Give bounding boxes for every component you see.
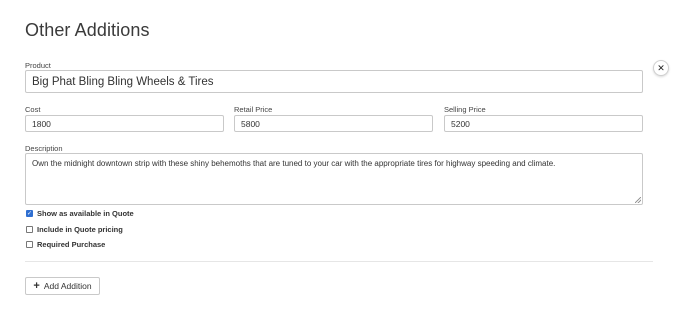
required-purchase-checkbox[interactable] <box>26 241 33 248</box>
show-in-quote-label: Show as available in Quote <box>37 209 134 218</box>
product-label: Product <box>25 61 51 70</box>
description-textarea[interactable]: Own the midnight downtown strip with the… <box>25 153 643 205</box>
cost-label: Cost <box>25 105 41 114</box>
option-show-in-quote[interactable]: ✓ Show as available in Quote <box>26 209 134 218</box>
option-include-in-pricing[interactable]: Include in Quote pricing <box>26 225 123 234</box>
selling-price-field[interactable]: 5200 <box>444 115 643 132</box>
close-icon: ✕ <box>657 62 665 73</box>
section-title: Other Additions <box>25 20 150 40</box>
selling-price-label: Selling Price <box>444 105 486 114</box>
add-addition-label: Add Addition <box>43 281 92 291</box>
show-in-quote-checkbox[interactable]: ✓ <box>26 210 33 217</box>
section-divider <box>25 261 653 262</box>
description-label: Description <box>25 144 63 153</box>
include-in-pricing-checkbox[interactable] <box>26 226 33 233</box>
resize-handle[interactable] <box>635 197 641 203</box>
add-addition-button[interactable]: + Add Addition <box>25 277 100 295</box>
plus-icon: + <box>33 279 40 292</box>
remove-addition-button[interactable]: ✕ <box>653 60 669 76</box>
include-in-pricing-label: Include in Quote pricing <box>37 225 123 234</box>
cost-field[interactable]: 1800 <box>25 115 224 132</box>
description-text: Own the midnight downtown strip with the… <box>32 159 556 168</box>
product-field[interactable]: Big Phat Bling Bling Wheels & Tires <box>25 70 643 93</box>
required-purchase-label: Required Purchase <box>37 240 106 249</box>
retail-price-field[interactable]: 5800 <box>234 115 433 132</box>
option-required-purchase[interactable]: Required Purchase <box>26 240 105 249</box>
retail-price-label: Retail Price <box>234 105 273 114</box>
